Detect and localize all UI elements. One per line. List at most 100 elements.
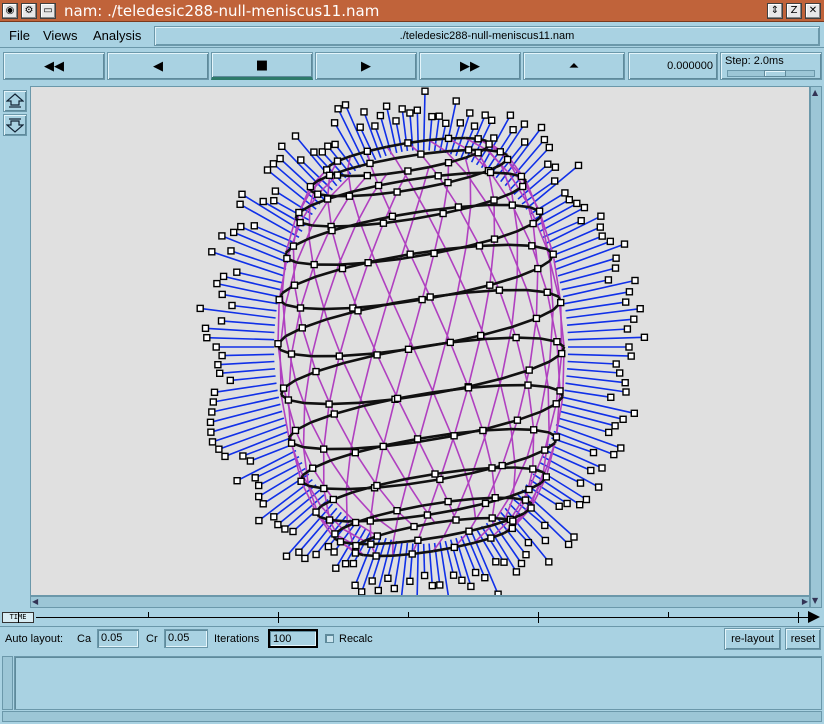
satellite-node[interactable]: [450, 543, 458, 552]
satellite-node[interactable]: [296, 304, 305, 312]
ground-terminal-node[interactable]: [212, 343, 220, 351]
ground-terminal-node[interactable]: [226, 376, 235, 385]
satellite-node[interactable]: [474, 149, 482, 157]
satellite-node[interactable]: [373, 532, 381, 540]
satellite-node[interactable]: [393, 394, 402, 403]
ground-terminal-node[interactable]: [630, 315, 638, 323]
fast-forward-button[interactable]: ▶▶: [419, 52, 521, 80]
satellite-node[interactable]: [274, 339, 282, 348]
satellite-node[interactable]: [464, 384, 473, 392]
satellite-node[interactable]: [283, 254, 291, 263]
ground-terminal-node[interactable]: [524, 538, 533, 547]
relayout-button[interactable]: re-layout: [724, 628, 781, 650]
satellite-node[interactable]: [488, 464, 496, 472]
ground-terminal-node[interactable]: [540, 135, 549, 144]
satellite-node[interactable]: [289, 242, 298, 250]
ground-terminal-node[interactable]: [341, 560, 350, 568]
ground-terminal-node[interactable]: [512, 568, 521, 576]
ground-terminal-node[interactable]: [490, 134, 498, 142]
satellite-node[interactable]: [329, 495, 337, 504]
ground-terminal-node[interactable]: [233, 268, 241, 276]
satellite-node[interactable]: [552, 433, 561, 441]
ground-terminal-node[interactable]: [324, 142, 332, 150]
satellite-node[interactable]: [481, 499, 490, 508]
ground-terminal-node[interactable]: [324, 542, 333, 551]
ground-terminal-node[interactable]: [406, 109, 414, 117]
ground-terminal-node[interactable]: [636, 304, 644, 313]
satellite-node[interactable]: [465, 527, 473, 535]
satellite-node[interactable]: [298, 324, 306, 332]
satellite-node[interactable]: [509, 517, 517, 525]
satellite-node[interactable]: [444, 497, 452, 506]
satellite-node[interactable]: [513, 416, 522, 424]
satellite-node[interactable]: [363, 147, 371, 155]
ca-input[interactable]: 0.05: [97, 629, 139, 648]
ground-terminal-node[interactable]: [356, 123, 364, 131]
step-slider[interactable]: [727, 70, 815, 77]
ground-terminal-node[interactable]: [201, 324, 210, 333]
satellite-node[interactable]: [404, 167, 412, 175]
ground-terminal-node[interactable]: [471, 568, 480, 577]
ground-terminal-node[interactable]: [413, 106, 421, 114]
ground-terminal-node[interactable]: [218, 290, 226, 299]
satellite-node[interactable]: [325, 171, 334, 180]
satellite-node[interactable]: [414, 536, 422, 544]
ground-terminal-node[interactable]: [458, 576, 466, 584]
ground-terminal-node[interactable]: [580, 203, 589, 212]
ground-terminal-node[interactable]: [420, 571, 429, 580]
ground-terminal-node[interactable]: [360, 108, 368, 116]
satellite-node[interactable]: [404, 139, 412, 147]
satellite-node[interactable]: [444, 178, 452, 187]
ground-terminal-node[interactable]: [384, 574, 392, 582]
menu-file[interactable]: File: [9, 28, 30, 43]
ground-terminal-node[interactable]: [210, 388, 219, 396]
ground-terminal-node[interactable]: [576, 479, 585, 487]
satellite-node[interactable]: [439, 209, 447, 218]
satellite-node[interactable]: [417, 150, 425, 158]
ground-terminal-node[interactable]: [334, 105, 342, 113]
satellite-node[interactable]: [477, 331, 485, 340]
scroll-left-icon[interactable]: ◀: [32, 597, 38, 607]
satellite-node[interactable]: [290, 281, 299, 289]
menu-views[interactable]: Views: [43, 28, 77, 43]
ground-terminal-node[interactable]: [428, 112, 436, 121]
ground-terminal-node[interactable]: [630, 409, 638, 417]
satellite-node[interactable]: [296, 218, 304, 227]
satellite-node[interactable]: [291, 426, 300, 435]
satellite-node[interactable]: [410, 522, 418, 531]
satellite-node[interactable]: [351, 549, 360, 557]
satellite-node[interactable]: [413, 435, 422, 443]
satellite-node[interactable]: [434, 172, 442, 180]
ground-terminal-node[interactable]: [607, 393, 615, 401]
step-back-button[interactable]: ◀: [107, 52, 209, 80]
ground-terminal-node[interactable]: [251, 474, 259, 482]
ground-terminal-node[interactable]: [541, 536, 550, 545]
satellite-node[interactable]: [367, 540, 375, 548]
ground-terminal-node[interactable]: [555, 502, 563, 510]
ground-terminal-node[interactable]: [587, 466, 595, 475]
satellite-node[interactable]: [543, 288, 551, 297]
satellite-node[interactable]: [336, 538, 345, 546]
ground-terminal-node[interactable]: [331, 140, 339, 149]
satellite-node[interactable]: [418, 295, 426, 304]
scroll-right-icon[interactable]: ▶: [802, 597, 808, 607]
satellite-node[interactable]: [488, 514, 496, 522]
ground-terminal-node[interactable]: [392, 117, 400, 125]
satellite-node[interactable]: [366, 159, 374, 168]
ground-terminal-node[interactable]: [209, 398, 218, 406]
satellite-node[interactable]: [284, 396, 293, 404]
ground-terminal-node[interactable]: [521, 138, 529, 146]
ground-terminal-node[interactable]: [428, 581, 436, 590]
ground-terminal-node[interactable]: [228, 301, 236, 310]
satellite-node[interactable]: [335, 352, 343, 360]
satellite-node[interactable]: [352, 541, 360, 550]
ground-terminal-node[interactable]: [612, 254, 620, 262]
ground-terminal-node[interactable]: [349, 559, 358, 568]
ground-terminal-node[interactable]: [278, 142, 286, 150]
ground-terminal-node[interactable]: [617, 444, 625, 452]
ground-terminal-node[interactable]: [398, 105, 406, 113]
ground-terminal-node[interactable]: [623, 325, 632, 333]
ground-terminal-node[interactable]: [297, 156, 305, 164]
ground-terminal-node[interactable]: [604, 276, 613, 284]
sticky-icon[interactable]: ⚙: [21, 3, 37, 19]
